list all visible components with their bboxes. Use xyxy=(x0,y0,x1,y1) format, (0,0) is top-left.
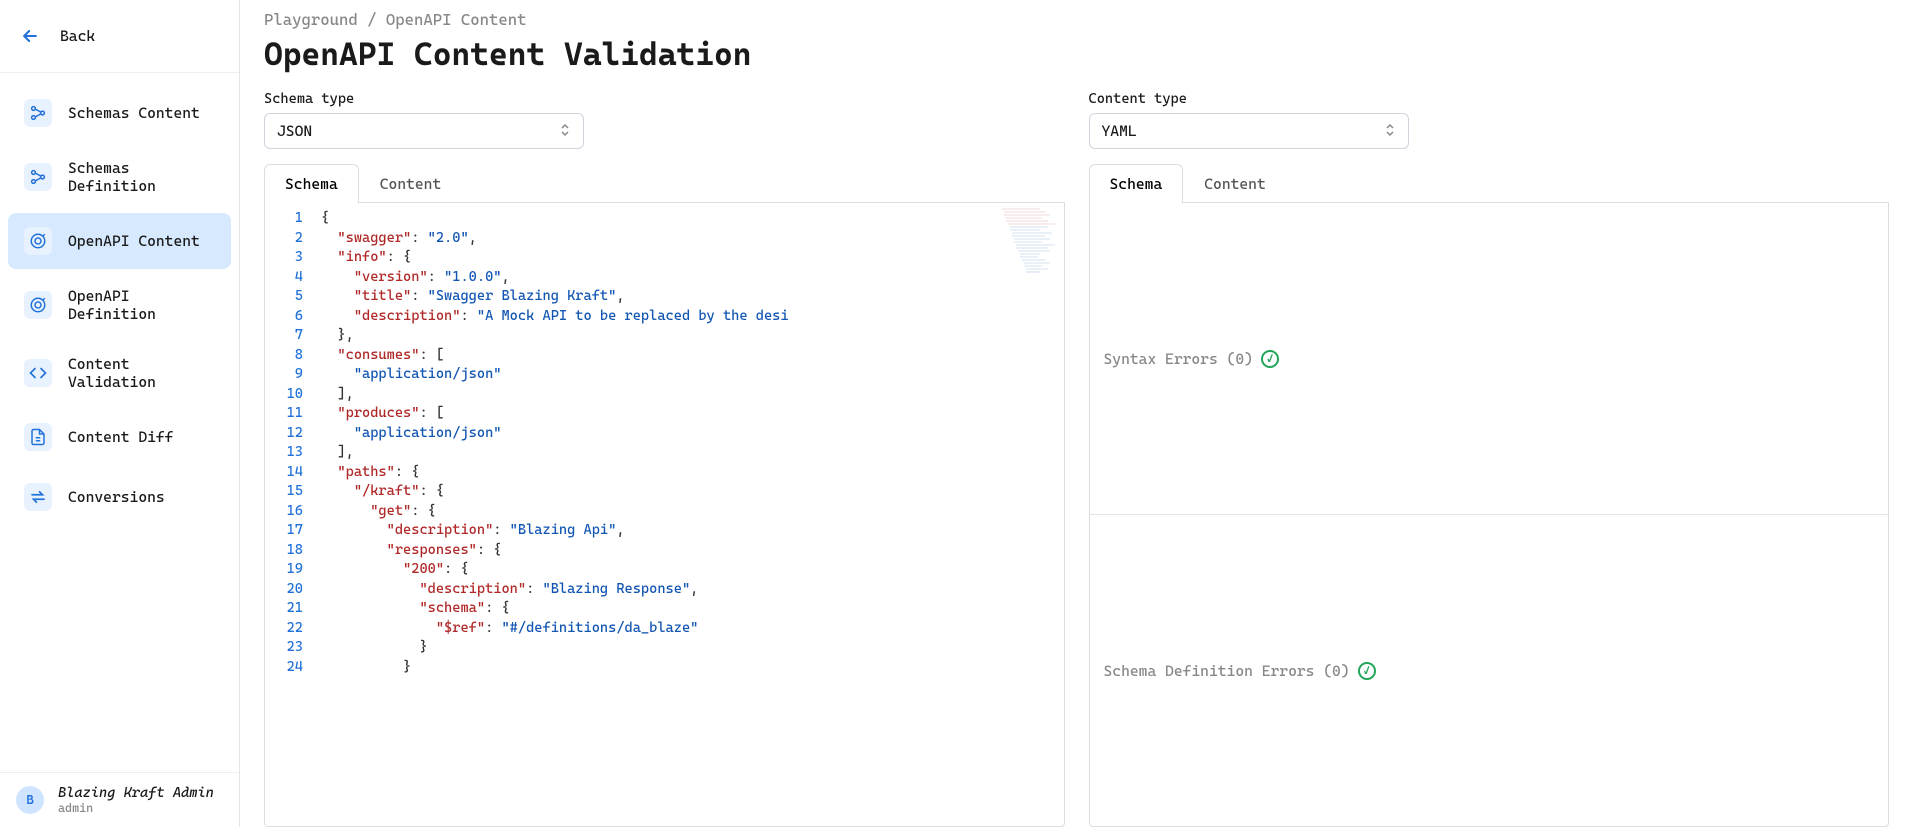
schema-type-select[interactable]: JSON xyxy=(264,113,584,149)
sidebar-nav: Schemas Content Schemas Definition OpenAPI… xyxy=(0,73,239,772)
sidebar: Back Schemas Content Schemas Definition Op… xyxy=(0,0,240,827)
tab-content-right[interactable]: Content xyxy=(1183,164,1287,203)
sidebar-item-schemas-content[interactable]: Schemas Content xyxy=(8,85,231,141)
file-icon xyxy=(24,423,52,451)
content-tabs: Schema Content xyxy=(1089,163,1890,203)
sidebar-item-label: Content Validation xyxy=(68,355,215,391)
columns: Schema type JSON Schema Content 12345678… xyxy=(264,91,1889,827)
arrow-left-icon xyxy=(16,22,44,50)
user-role: admin xyxy=(58,801,214,815)
code-area[interactable]: { "swagger": "2.0", "info": { "version":… xyxy=(313,203,1064,826)
content-type-select[interactable]: YAML xyxy=(1089,113,1409,149)
content-type-label: Content type xyxy=(1089,91,1890,107)
page-title: OpenAPI Content Validation xyxy=(264,35,1889,73)
schema-type-value: JSON xyxy=(277,122,312,140)
chevron-updown-icon xyxy=(559,123,571,140)
validation-panel: Syntax Errors (0) ✓ Schema Definition Er… xyxy=(1089,203,1890,827)
schema-editor[interactable]: 123456789101112131415161718192021222324 … xyxy=(264,203,1065,827)
target-icon xyxy=(24,227,52,255)
tab-content[interactable]: Content xyxy=(359,164,463,203)
sidebar-item-label: Schemas Definition xyxy=(68,159,215,195)
check-circle-icon: ✓ xyxy=(1358,662,1376,680)
schema-tabs: Schema Content xyxy=(264,163,1065,203)
schema-def-errors-row: Schema Definition Errors (0) ✓ xyxy=(1090,514,1889,826)
avatar: B xyxy=(16,786,44,814)
sidebar-top: Back xyxy=(0,0,239,73)
sidebar-item-label: Schemas Content xyxy=(68,104,200,122)
sidebar-item-content-diff[interactable]: Content Diff xyxy=(8,409,231,465)
sidebar-item-label: Conversions xyxy=(68,488,165,506)
sidebar-footer[interactable]: B Blazing Kraft Admin admin xyxy=(0,772,239,827)
sidebar-item-conversions[interactable]: Conversions xyxy=(8,469,231,525)
sidebar-item-label: OpenAPI Definition xyxy=(68,287,215,323)
nodes-icon xyxy=(24,163,52,191)
breadcrumb: Playground / OpenAPI Content xyxy=(264,10,1889,29)
tab-schema-right[interactable]: Schema xyxy=(1089,164,1184,203)
content-column: Content type YAML Schema Content Syntax … xyxy=(1089,91,1890,827)
main-content: Playground / OpenAPI Content OpenAPI Con… xyxy=(240,0,1913,827)
sidebar-item-openapi-definition[interactable]: OpenAPI Definition xyxy=(8,273,231,337)
swap-icon xyxy=(24,483,52,511)
sidebar-item-label: OpenAPI Content xyxy=(68,232,200,250)
nodes-icon xyxy=(24,99,52,127)
sidebar-item-openapi-content[interactable]: OpenAPI Content xyxy=(8,213,231,269)
back-label: Back xyxy=(60,27,95,45)
code-icon xyxy=(24,359,52,387)
tab-schema[interactable]: Schema xyxy=(264,164,359,203)
schema-column: Schema type JSON Schema Content 12345678… xyxy=(264,91,1065,827)
user-name: Blazing Kraft Admin xyxy=(58,785,214,801)
syntax-errors-label: Syntax Errors (0) xyxy=(1104,350,1253,368)
target-icon xyxy=(24,291,52,319)
sidebar-item-schemas-definition[interactable]: Schemas Definition xyxy=(8,145,231,209)
back-button[interactable]: Back xyxy=(0,8,239,64)
line-gutter: 123456789101112131415161718192021222324 xyxy=(265,203,313,826)
chevron-updown-icon xyxy=(1384,123,1396,140)
content-type-value: YAML xyxy=(1102,122,1137,140)
check-circle-icon: ✓ xyxy=(1261,350,1279,368)
syntax-errors-row: Syntax Errors (0) ✓ xyxy=(1090,203,1889,514)
sidebar-item-label: Content Diff xyxy=(68,428,173,446)
schema-def-errors-label: Schema Definition Errors (0) xyxy=(1104,662,1350,680)
sidebar-item-content-validation[interactable]: Content Validation xyxy=(8,341,231,405)
schema-type-label: Schema type xyxy=(264,91,1065,107)
